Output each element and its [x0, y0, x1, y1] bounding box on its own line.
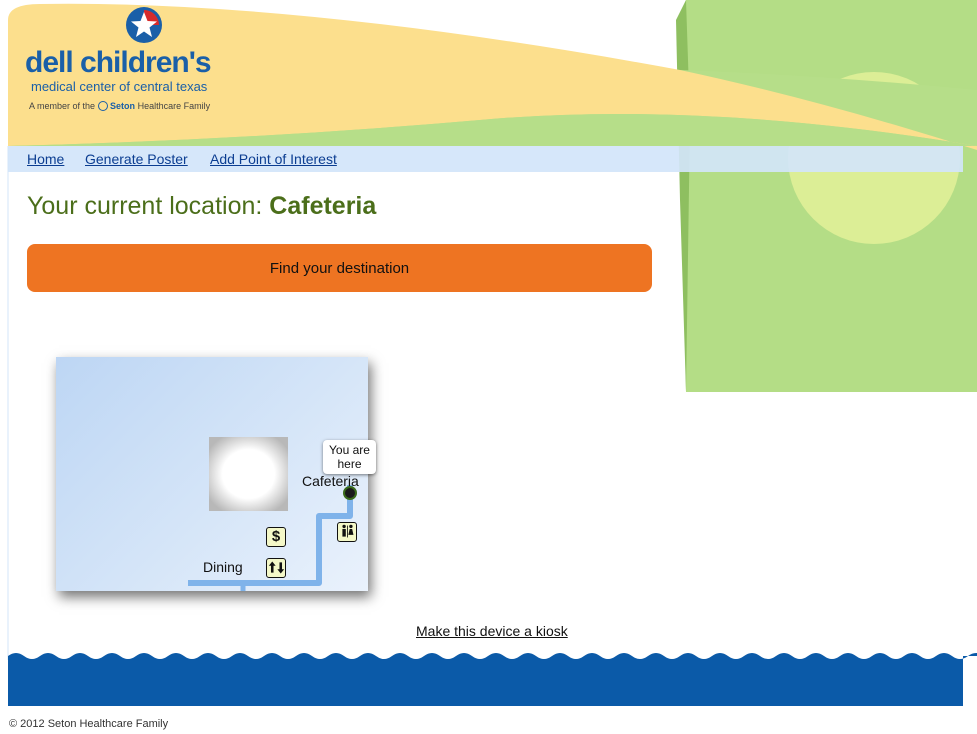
member-org-rest: Healthcare Family: [135, 101, 211, 111]
member-org-bold: Seton: [110, 101, 136, 111]
cafeteria-map-label: Cafeteria: [302, 473, 359, 489]
find-destination-button[interactable]: Find your destination: [27, 244, 652, 292]
hospital-logo[interactable]: dell children's medical center of centra…: [25, 6, 255, 118]
member-prefix: A member of the: [29, 101, 96, 111]
current-location-heading: Your current location: Cafeteria: [27, 192, 376, 221]
you-are-here-line2: here: [337, 457, 362, 471]
star-logo-icon: [126, 7, 162, 43]
courtyard-block: [209, 437, 288, 511]
make-kiosk-link[interactable]: Make this device a kiosk: [416, 623, 568, 639]
restroom-icon[interactable]: [337, 522, 357, 542]
brand-subtitle: medical center of central texas: [31, 79, 208, 94]
nav-home-link[interactable]: Home: [27, 151, 64, 167]
location-name: Cafeteria: [269, 192, 377, 220]
page: dell children's medical center of centra…: [0, 0, 977, 734]
member-line: A member of the Seton Healthcare Family: [29, 101, 210, 111]
nav-add-point-of-interest-link[interactable]: Add Point of Interest: [210, 151, 337, 167]
seton-icon: [98, 101, 109, 111]
floor-map[interactable]: You are here Cafeteria Dining $: [56, 357, 376, 591]
dining-map-label: Dining: [203, 559, 243, 575]
nav-generate-poster-link[interactable]: Generate Poster: [85, 151, 188, 167]
you-are-here-line1: You are: [329, 443, 370, 457]
you-are-here-callout: You are here: [323, 440, 376, 474]
dollar-icon[interactable]: $: [266, 527, 286, 547]
elevator-icon[interactable]: [266, 558, 286, 578]
brand-name: dell children's: [25, 46, 212, 79]
nav-bar: Home Generate Poster Add Point of Intere…: [8, 146, 963, 172]
location-prefix: Your current location:: [27, 192, 270, 220]
copyright-text: © 2012 Seton Healthcare Family: [9, 718, 169, 730]
